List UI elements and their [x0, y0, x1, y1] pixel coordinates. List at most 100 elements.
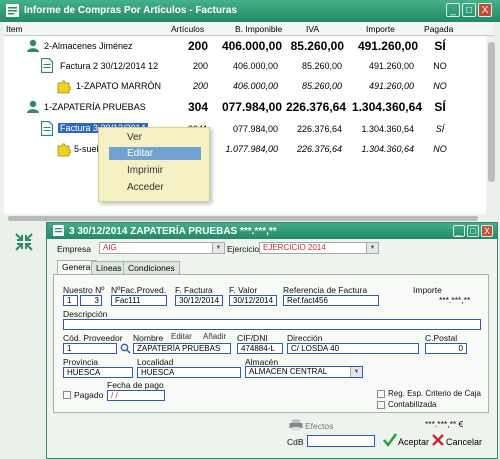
col-base[interactable]: B. Imponible	[235, 24, 282, 34]
empresa-label: Empresa	[57, 244, 92, 254]
row-label: Factura 2 30/12/2014 12	[60, 61, 159, 71]
cp-field[interactable]: 0	[425, 343, 467, 354]
row-importe: 1.304.360,64	[351, 100, 422, 114]
contab-checkbox[interactable]	[377, 401, 385, 409]
ref-label: Referencia de Factura	[283, 285, 368, 295]
cif-field[interactable]: 474884-L	[237, 343, 283, 354]
nombre-field[interactable]: ZAPATERÍA PRUEBAS	[133, 343, 231, 354]
scroll-thumb[interactable]	[8, 216, 478, 221]
regesp-checkbox[interactable]	[377, 390, 385, 398]
empresa-value: AIG	[103, 243, 117, 252]
tree-row[interactable]: 1-ZAPATO MARRÓN 200 406.000,00 85.260,00…	[4, 78, 486, 96]
row-base: 406.000,00	[232, 81, 278, 91]
collapse-all-icon[interactable]	[14, 232, 34, 252]
search-icon[interactable]	[120, 343, 131, 354]
dialog-title: 3 30/12/2014 ZAPATERÍA PRUEBAS ***.***,*…	[69, 226, 277, 237]
cdb-field[interactable]	[307, 435, 375, 447]
vertical-scrollbar[interactable]	[486, 36, 498, 214]
col-articulos[interactable]: Artículos	[171, 24, 204, 34]
row-base: 406.000,00	[232, 61, 278, 71]
minimize-button[interactable]: _	[446, 3, 460, 17]
col-item[interactable]: Item	[6, 24, 23, 34]
row-pagada: NO	[433, 81, 447, 91]
editar-link[interactable]: Editar	[171, 332, 192, 341]
row-pagada: NO	[433, 61, 447, 71]
ffactura-label: F. Factura	[175, 285, 213, 295]
nombre-label: Nombre	[133, 333, 164, 343]
fpago-field[interactable]: / /	[107, 390, 165, 401]
ejercicio-label: Ejercicio	[227, 244, 260, 254]
dialog-minimize-button[interactable]: _	[453, 225, 465, 237]
tab-lineas[interactable]: Líneas	[91, 261, 127, 274]
regesp-label: Reg. Esp. Criterio de Caja	[388, 389, 481, 398]
nfac-field[interactable]: Fac111	[111, 295, 167, 306]
serie-field[interactable]: 1	[63, 295, 78, 306]
chevron-down-icon: ▼	[350, 367, 362, 377]
title-bar[interactable]: Informe de Compras Por Artículos - Factu…	[0, 0, 500, 22]
maximize-button[interactable]: □	[462, 3, 476, 17]
tree-row[interactable]: Factura 2 30/12/2014 12 200 406.000,00 8…	[4, 56, 486, 76]
row-iva: 85.260,00	[290, 39, 344, 53]
fvalor-field[interactable]: 30/12/2014	[229, 295, 277, 306]
dialog-maximize-button[interactable]: □	[467, 225, 479, 237]
scroll-thumb[interactable]	[488, 42, 495, 182]
anadir-link[interactable]: Añadir	[203, 332, 226, 341]
row-articulos: 200	[192, 61, 208, 71]
tree-row[interactable]: Factura 3 30/12/2014 3041 077.984,00 226…	[4, 119, 486, 139]
cif-label: CIF/DNI	[237, 333, 268, 343]
menu-item-editar[interactable]: Editar	[109, 147, 201, 160]
nuestro-num-field[interactable]: 3	[80, 295, 102, 306]
menu-item-imprimir[interactable]: Imprimir	[109, 164, 201, 177]
menu-item-acceder[interactable]: Acceder	[109, 181, 201, 194]
row-pagada: SÍ	[435, 124, 445, 134]
col-pagada[interactable]: Pagada	[424, 24, 453, 34]
fpago-label: Fecha de pago	[107, 380, 164, 390]
menu-item-ver[interactable]: Ver	[109, 131, 201, 144]
ejercicio-select[interactable]: EJERCICIO 2014 ▼	[259, 242, 379, 254]
loc-field[interactable]: HUESCA	[137, 367, 241, 378]
total-value: ***.***,** €	[425, 419, 464, 429]
puzzle-icon	[57, 80, 71, 94]
tree-row[interactable]: 5-suela 304 1.077.984,00 226.376,64 1.30…	[4, 141, 486, 159]
report-tree[interactable]: 2-Almacenes Jiménez 200 406.000,00 85.26…	[4, 36, 486, 214]
col-iva[interactable]: IVA	[306, 24, 319, 34]
row-importe: 491.260,00	[368, 81, 414, 91]
ffactura-field[interactable]: 30/12/2014	[175, 295, 223, 306]
empresa-select[interactable]: AIG ▼	[99, 242, 225, 254]
tree-row[interactable]: 2-Almacenes Jiménez 200 406.000,00 85.26…	[4, 38, 486, 56]
row-importe: 491.260,00	[357, 39, 418, 53]
contab-label: Contabilizada	[388, 400, 437, 409]
window-title: Informe de Compras Por Artículos - Factu…	[24, 5, 238, 16]
tree-row[interactable]: 1-ZAPATERÍA PRUEBAS 304 077.984,00 226.3…	[4, 99, 486, 117]
importe-label: Importe	[413, 285, 442, 295]
almacen-select[interactable]: ALMACEN CENTRAL ▼	[245, 366, 363, 378]
row-importe: 491.260,00	[368, 61, 414, 71]
cp-label: C.Postal	[425, 333, 458, 343]
ejercicio-value: EJERCICIO 2014	[263, 243, 326, 252]
nfac-label: NºFac.Proved.	[111, 285, 167, 295]
col-importe[interactable]: Importe	[366, 24, 395, 34]
efectos-button[interactable]: Efectos	[305, 421, 333, 431]
chevron-down-icon: ▼	[212, 243, 224, 253]
desc-field[interactable]	[63, 319, 481, 330]
desc-label: Descripción	[63, 309, 108, 319]
row-articulos: 200	[192, 81, 208, 91]
person-icon	[27, 39, 39, 52]
cdb-label: CdB	[287, 437, 304, 447]
codprov-field[interactable]: 1	[63, 343, 117, 354]
codprov-label: Cód. Proveedor	[63, 333, 123, 343]
row-iva: 226.376,64	[285, 100, 346, 114]
check-icon	[383, 433, 397, 447]
tab-condiciones[interactable]: Condiciones	[123, 261, 180, 274]
row-importe: 1.304.360,64	[361, 144, 414, 154]
almacen-value: ALMACEN CENTRAL	[249, 367, 328, 376]
dialog-title-bar[interactable]: 3 30/12/2014 ZAPATERÍA PRUEBAS ***.***,*…	[47, 223, 497, 239]
app-icon	[6, 4, 19, 17]
row-iva: 85.260,00	[301, 81, 342, 91]
dir-field[interactable]: C/ LOSDA 40	[287, 343, 419, 354]
close-button[interactable]: X	[478, 3, 492, 17]
pagado-checkbox[interactable]	[63, 391, 71, 399]
dialog-close-button[interactable]: X	[481, 225, 493, 237]
prov-field[interactable]: HUESCA	[63, 367, 133, 378]
ref-field[interactable]: Ref.fact456	[283, 295, 379, 306]
